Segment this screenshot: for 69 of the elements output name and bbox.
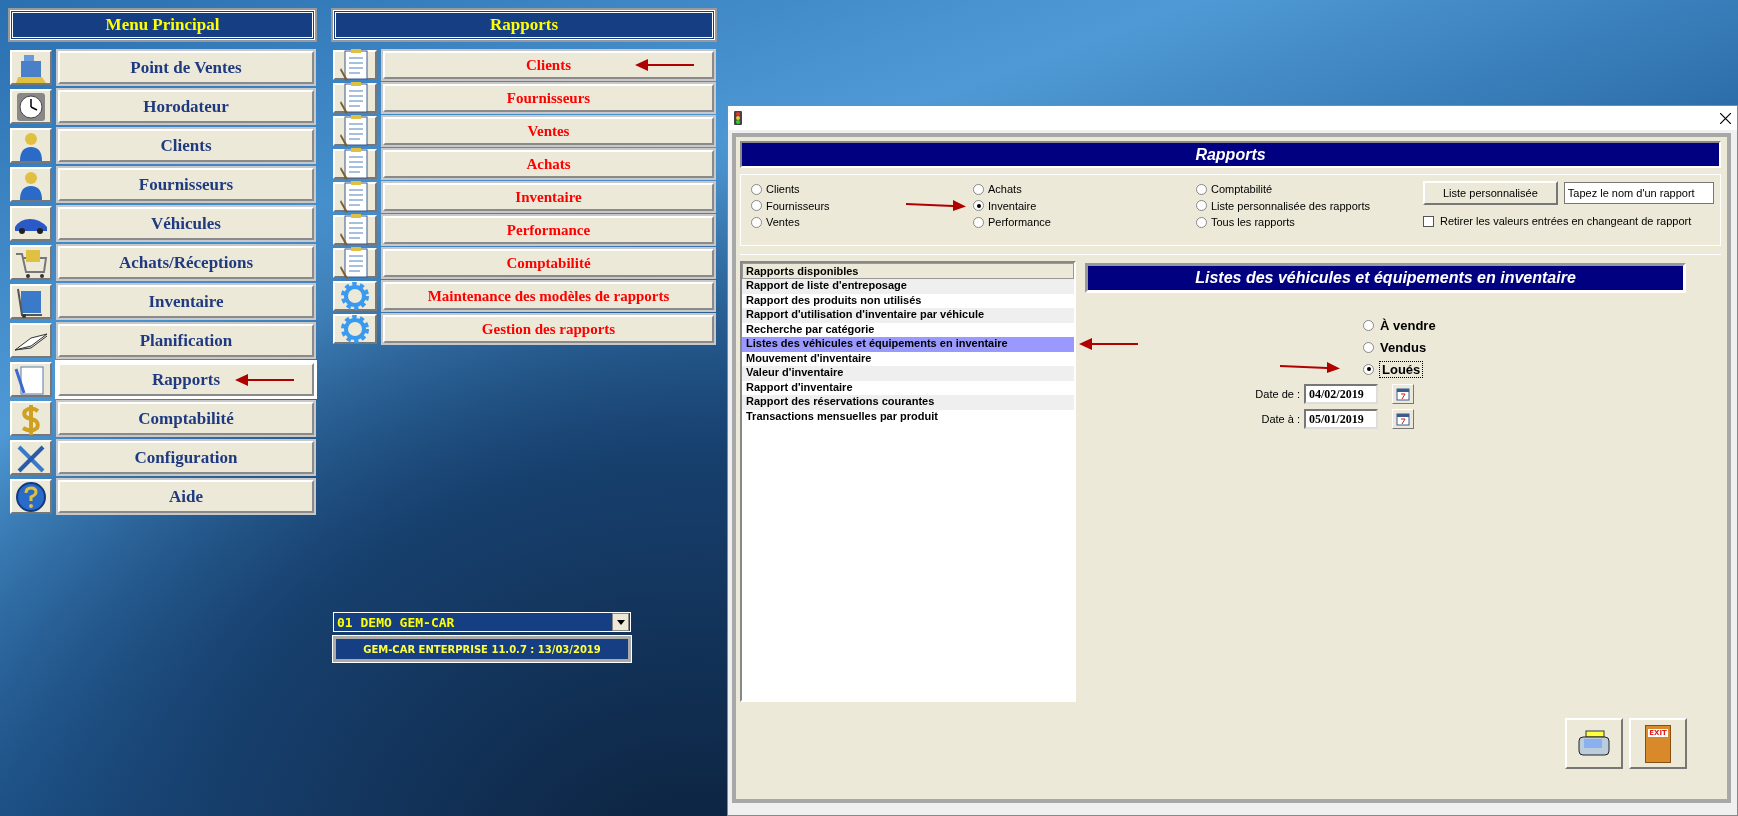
report-list-item[interactable]: Rapport d'utilisation d'inventaire par véhicule <box>742 308 1074 323</box>
report-search-field[interactable]: Tapez le nom d'un rapport <box>1563 182 1714 204</box>
radio-label: Vendus <box>1380 339 1427 355</box>
report-list-item[interactable]: Recherche par catégorie <box>742 322 1074 337</box>
radio-label: Fournisseurs <box>766 199 830 212</box>
list-header: Rapports disponibles <box>742 263 1074 279</box>
radio-label: Inventaire <box>988 199 1037 212</box>
calendar-button[interactable] <box>1392 384 1414 404</box>
radio-button[interactable] <box>973 183 984 195</box>
company-dropdown[interactable]: 01 DEMO GEM-CAR <box>333 612 631 632</box>
menu-button[interactable]: Achats/Réceptions <box>57 245 315 280</box>
checkbox[interactable] <box>1423 215 1434 227</box>
date-field[interactable]: 04/02/2019 <box>1304 384 1378 404</box>
radio-button[interactable] <box>973 200 984 212</box>
radio-label: Performance <box>988 216 1051 229</box>
radio-button[interactable] <box>751 183 762 195</box>
menu-button[interactable]: Fournisseurs <box>57 167 315 202</box>
checkbox-label: Retirer les valeurs entrées en changeant de rapport <box>1440 215 1692 227</box>
radio-label: Ventes <box>766 216 800 229</box>
report-title: Listes des véhicules et équipements en inventaire <box>1085 263 1686 293</box>
close-icon[interactable] <box>1720 112 1731 124</box>
menu-button[interactable]: Rapports <box>57 362 315 397</box>
menu-button[interactable]: Horodateur <box>57 89 315 124</box>
radio-label: Liste personnalisée des rapports <box>1211 199 1370 212</box>
radio-button[interactable] <box>1363 319 1374 331</box>
menu-button[interactable]: Aide <box>57 479 315 514</box>
menu-button[interactable]: Inventaire <box>57 284 315 319</box>
radio-label: Tous les rapports <box>1211 216 1295 229</box>
radio-button[interactable] <box>751 216 762 228</box>
report-list-item[interactable]: Mouvement d'inventaire <box>742 351 1074 366</box>
report-list-item[interactable]: Rapport des produits non utilisés <box>742 293 1074 308</box>
menu-button[interactable]: Clients <box>57 128 315 163</box>
version-label: GEM-CAR ENTERPRISE 11.0.7 : 13/03/2019 <box>333 636 631 662</box>
window-header: Rapports <box>740 141 1721 168</box>
calendar-icon <box>1396 412 1410 426</box>
radio-button[interactable] <box>1196 200 1207 212</box>
menu-title: Menu Principal <box>10 10 315 40</box>
radio-button[interactable] <box>973 216 984 228</box>
radio-button[interactable] <box>1363 363 1374 375</box>
date-label: Date de : <box>1254 388 1300 400</box>
menu-button[interactable]: Planification <box>57 323 315 358</box>
report-list-item[interactable]: Transactions mensuelles par produit <box>742 409 1074 424</box>
radio-button[interactable] <box>1196 183 1207 195</box>
radio-button[interactable] <box>1363 341 1374 353</box>
report-list-item[interactable]: Rapport des réservations courantes <box>742 395 1074 410</box>
menu-button[interactable]: Véhicules <box>57 206 315 241</box>
custom-list-button[interactable]: Liste personnalisée <box>1423 181 1558 205</box>
report-list-item[interactable]: Valeur d'inventaire <box>742 366 1074 381</box>
menu-button[interactable]: Point de Ventes <box>57 50 315 85</box>
radio-label: Clients <box>766 183 800 196</box>
calendar-button[interactable] <box>1392 409 1414 429</box>
menu-title: Rapports <box>333 10 715 40</box>
menu-button[interactable]: Comptabilité <box>57 401 315 436</box>
radio-button[interactable] <box>751 200 762 212</box>
radio-button[interactable] <box>1196 216 1207 228</box>
traffic-light-icon <box>734 111 742 125</box>
dropdown-caret-icon <box>616 619 625 625</box>
printer-icon <box>1576 728 1612 759</box>
date-field[interactable]: 05/01/2019 <box>1304 409 1378 429</box>
print-button[interactable] <box>1565 718 1623 769</box>
radio-label: Loués <box>1380 361 1423 377</box>
calendar-icon <box>1396 387 1410 401</box>
radio-label: À vendre <box>1380 317 1436 333</box>
radio-label: Achats <box>988 183 1022 196</box>
radio-label: Comptabilité <box>1211 183 1273 196</box>
report-list-item[interactable]: Rapport d'inventaire <box>742 380 1074 395</box>
menu-button[interactable]: Configuration <box>57 440 315 475</box>
report-list-item[interactable]: Rapport de liste d'entreposage <box>742 279 1074 294</box>
date-label: Date à : <box>1260 413 1300 425</box>
